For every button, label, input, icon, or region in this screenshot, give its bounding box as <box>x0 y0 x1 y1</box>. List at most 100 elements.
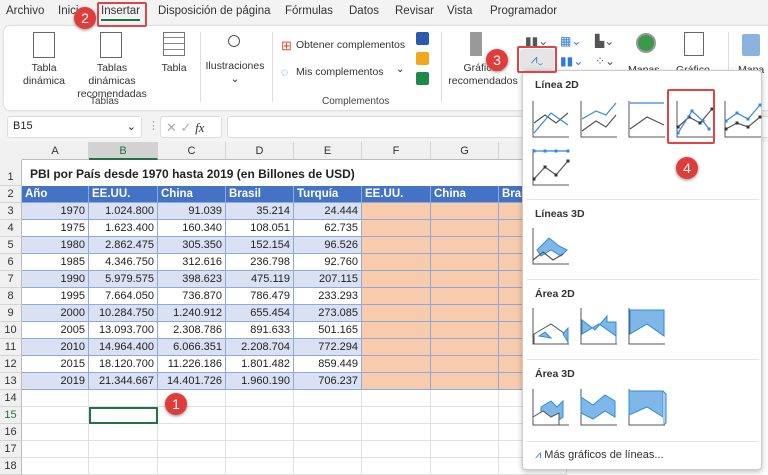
row-header-16[interactable]: 16 <box>0 424 22 441</box>
cancel-icon[interactable]: ✕ <box>166 120 177 135</box>
row-header-11[interactable]: 11 <box>0 339 22 356</box>
row-header-12[interactable]: 12 <box>0 356 22 373</box>
data-cell[interactable]: 207.115 <box>294 271 362 288</box>
tab-vista[interactable]: Vista <box>447 5 472 17</box>
tab-revisar[interactable]: Revisar <box>395 5 434 17</box>
data-cell[interactable]: 1975 <box>22 220 89 237</box>
tab-archivo[interactable]: Archivo <box>6 5 44 17</box>
cell[interactable] <box>22 458 89 475</box>
column-header-F[interactable]: F <box>362 142 431 160</box>
empty-series-cell[interactable] <box>431 288 499 305</box>
data-cell[interactable]: 2005 <box>22 322 89 339</box>
data-cell[interactable]: 273.085 <box>294 305 362 322</box>
3d-area-option[interactable] <box>531 387 571 427</box>
data-cell[interactable]: 236.798 <box>226 254 294 271</box>
data-cell[interactable]: 11.226.186 <box>158 356 226 373</box>
empty-series-cell[interactable] <box>362 339 431 356</box>
empty-series-cell[interactable] <box>431 305 499 322</box>
data-cell[interactable]: 35.214 <box>226 203 294 220</box>
data-cell[interactable]: 1.960.190 <box>226 373 294 390</box>
header-cell[interactable]: Brasil <box>226 186 294 203</box>
data-cell[interactable]: 10.284.750 <box>89 305 158 322</box>
data-cell[interactable]: 24.444 <box>294 203 362 220</box>
data-cell[interactable]: 5.979.575 <box>89 271 158 288</box>
row-header-18[interactable]: 18 <box>0 458 22 475</box>
cell[interactable] <box>294 424 362 441</box>
data-cell[interactable]: 7.664.050 <box>89 288 158 305</box>
empty-series-cell[interactable] <box>431 271 499 288</box>
cell[interactable] <box>362 458 431 475</box>
data-cell[interactable]: 2015 <box>22 356 89 373</box>
empty-series-cell[interactable] <box>431 339 499 356</box>
cell[interactable] <box>226 441 294 458</box>
row-header-9[interactable]: 9 <box>0 305 22 322</box>
cell[interactable] <box>89 458 158 475</box>
data-cell[interactable]: 108.051 <box>226 220 294 237</box>
cell[interactable] <box>158 458 226 475</box>
row-header-15[interactable]: 15 <box>0 407 22 424</box>
row-header-5[interactable]: 5 <box>0 237 22 254</box>
statistic-chart-button[interactable]: ▮▮⌄ <box>560 54 583 68</box>
header-cell[interactable]: EE.UU. <box>89 186 158 203</box>
row-header-17[interactable]: 17 <box>0 441 22 458</box>
cell[interactable] <box>362 424 431 441</box>
name-box[interactable]: B15 ⌄ <box>7 116 142 138</box>
empty-series-cell[interactable] <box>362 356 431 373</box>
line-chart-option[interactable] <box>531 99 571 139</box>
column-header-C[interactable]: C <box>158 142 226 160</box>
cell[interactable] <box>158 441 226 458</box>
row-header-13[interactable]: 13 <box>0 373 22 390</box>
column-header-E[interactable]: E <box>294 142 362 160</box>
3d-100-stacked-area-option[interactable] <box>627 387 667 427</box>
my-addins-button[interactable]: Mis complementos <box>296 66 384 79</box>
bing-icon[interactable] <box>416 52 429 65</box>
data-cell[interactable]: 736.870 <box>158 288 226 305</box>
tab-programador[interactable]: Programador <box>490 5 557 17</box>
data-cell[interactable]: 786.479 <box>226 288 294 305</box>
header-cell[interactable]: China <box>158 186 226 203</box>
cell[interactable] <box>89 390 158 407</box>
data-cell[interactable]: 305.350 <box>158 237 226 254</box>
data-cell[interactable]: 398.623 <box>158 271 226 288</box>
data-cell[interactable]: 21.344.667 <box>89 373 158 390</box>
recommended-charts-button[interactable]: Gráficos recomendados <box>446 62 520 88</box>
column-header-D[interactable]: D <box>226 142 294 160</box>
3d-line-option[interactable] <box>531 226 571 266</box>
data-cell[interactable]: 2000 <box>22 305 89 322</box>
empty-series-cell[interactable] <box>362 373 431 390</box>
row-header-6[interactable]: 6 <box>0 254 22 271</box>
area-option[interactable] <box>531 306 571 346</box>
empty-series-cell[interactable] <box>431 254 499 271</box>
visio-icon[interactable] <box>416 32 429 45</box>
cell[interactable] <box>89 441 158 458</box>
cell[interactable] <box>362 390 431 407</box>
data-cell[interactable]: 1990 <box>22 271 89 288</box>
row-header-4[interactable]: 4 <box>0 220 22 237</box>
data-cell[interactable]: 4.346.750 <box>89 254 158 271</box>
people-graph-icon[interactable] <box>416 72 429 85</box>
data-cell[interactable]: 501.165 <box>294 322 362 339</box>
3d-stacked-area-option[interactable] <box>579 387 619 427</box>
data-cell[interactable]: 1.623.400 <box>89 220 158 237</box>
more-line-charts-link[interactable]: ⩘ Más gráficos de líneas... <box>535 449 664 462</box>
cell[interactable] <box>226 390 294 407</box>
empty-series-cell[interactable] <box>362 305 431 322</box>
100-stacked-line-markers-option[interactable] <box>531 147 571 187</box>
empty-series-cell[interactable] <box>431 322 499 339</box>
tab-datos[interactable]: Datos <box>349 5 379 17</box>
row-header-1[interactable]: 1 <box>0 160 22 186</box>
data-cell[interactable]: 152.154 <box>226 237 294 254</box>
header-cell[interactable]: EE.UU. <box>362 186 431 203</box>
100-stacked-area-option[interactable] <box>627 306 667 346</box>
cell[interactable] <box>431 441 499 458</box>
header-cell[interactable]: Año <box>22 186 89 203</box>
data-cell[interactable]: 1995 <box>22 288 89 305</box>
cell[interactable] <box>22 424 89 441</box>
data-cell[interactable]: 160.340 <box>158 220 226 237</box>
cell[interactable] <box>431 424 499 441</box>
table-button[interactable]: Tabla <box>156 62 192 75</box>
empty-series-cell[interactable] <box>431 203 499 220</box>
empty-series-cell[interactable] <box>431 356 499 373</box>
data-cell[interactable]: 475.119 <box>226 271 294 288</box>
row-header-8[interactable]: 8 <box>0 288 22 305</box>
